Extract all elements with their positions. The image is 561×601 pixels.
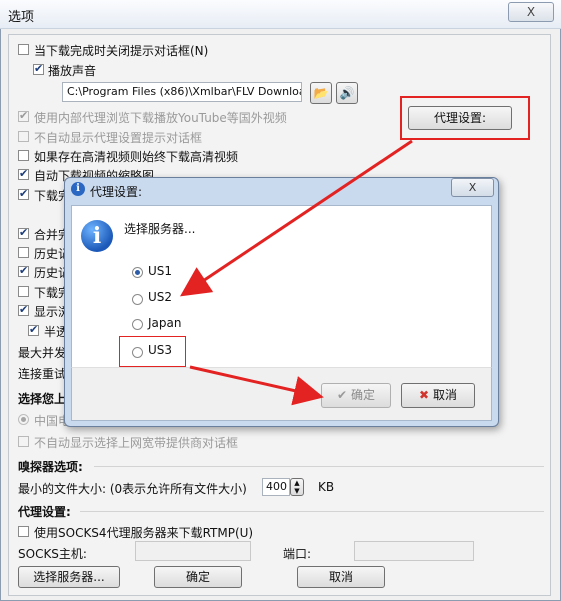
arrow-to-ok	[189, 365, 324, 406]
arrow-to-us2	[180, 139, 413, 297]
annotation-arrows	[180, 139, 413, 406]
